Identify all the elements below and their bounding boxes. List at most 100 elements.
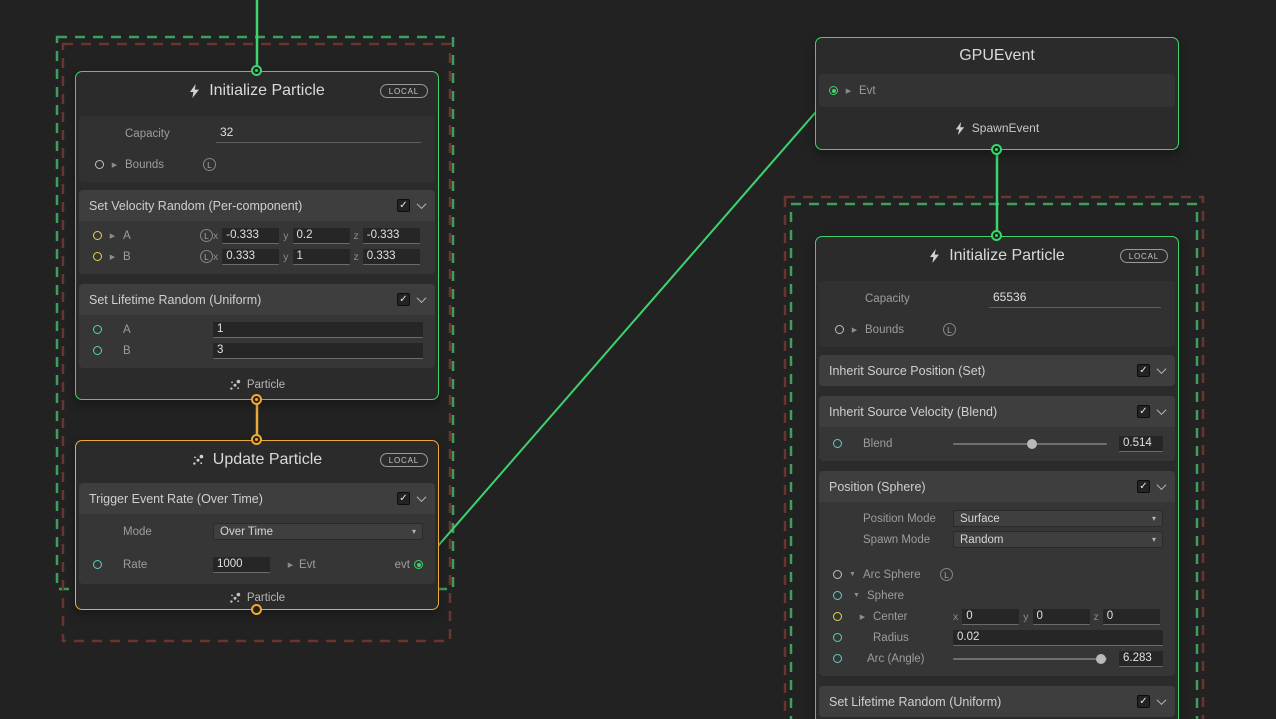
node-gpuevent[interactable]: GPUEvent ▶ Evt SpawnEvent xyxy=(815,37,1179,150)
node-header[interactable]: Initialize Particle LOCAL xyxy=(76,72,438,110)
chevron-down-icon[interactable] xyxy=(1157,364,1167,374)
arc-sphere-label: Arc Sphere xyxy=(863,569,921,581)
axis-y-label: y xyxy=(283,230,288,242)
bounds-port[interactable] xyxy=(95,160,104,169)
block-position-sphere[interactable]: Position (Sphere) ✓ Position Mode Surfac… xyxy=(819,471,1175,676)
block-set-velocity-random[interactable]: Set Velocity Random (Per-component) ✓ ▶ … xyxy=(79,190,435,274)
lifetime-b-port[interactable] xyxy=(93,346,102,355)
arc-sphere-port[interactable] xyxy=(833,570,842,579)
chevron-down-icon[interactable] xyxy=(417,293,427,303)
block-header[interactable]: Inherit Source Velocity (Blend) ✓ xyxy=(819,396,1175,427)
blend-slider-knob[interactable] xyxy=(1027,439,1037,449)
sphere-port[interactable] xyxy=(833,591,842,600)
evt-output-port[interactable] xyxy=(414,560,423,569)
expander-collapsed-icon[interactable]: ▶ xyxy=(850,326,859,334)
update-particle-output-port[interactable] xyxy=(251,604,262,615)
expander-collapsed-icon[interactable]: ▶ xyxy=(844,87,853,95)
node-initialize-particle-left[interactable]: Initialize Particle LOCAL Capacity ▶ Bou… xyxy=(75,71,439,400)
arc-angle-port[interactable] xyxy=(833,654,842,663)
block-header[interactable]: Inherit Source Position (Set) ✓ xyxy=(819,355,1175,386)
velocity-b-port[interactable] xyxy=(93,252,102,261)
node-initialize-particle-right[interactable]: Initialize Particle LOCAL Capacity ▶ Bou… xyxy=(815,236,1179,719)
velocity-a-port[interactable] xyxy=(93,231,102,240)
capacity-input[interactable] xyxy=(216,125,421,143)
update-particle-input-port[interactable] xyxy=(251,434,262,445)
chevron-down-icon[interactable] xyxy=(417,492,427,502)
rate-input[interactable] xyxy=(213,557,270,573)
block-header[interactable]: Position (Sphere) ✓ xyxy=(819,471,1175,502)
velocity-b-z-input[interactable] xyxy=(363,249,420,265)
vfx-graph-canvas[interactable]: Initialize Particle LOCAL Capacity ▶ Bou… xyxy=(0,0,1276,719)
lifetime-b-input[interactable] xyxy=(213,343,423,359)
block-enabled-checkbox[interactable]: ✓ xyxy=(1137,405,1150,418)
block-set-lifetime-random[interactable]: Set Lifetime Random (Uniform) ✓ A xyxy=(79,284,435,368)
block-enabled-checkbox[interactable]: ✓ xyxy=(1137,480,1150,493)
bounds-port[interactable] xyxy=(835,325,844,334)
block-enabled-checkbox[interactable]: ✓ xyxy=(397,293,410,306)
settings-section: Capacity ▶ Bounds L xyxy=(79,116,435,182)
radius-input[interactable] xyxy=(953,630,1163,646)
center-x-input[interactable] xyxy=(962,609,1019,625)
block-inherit-source-velocity[interactable]: Inherit Source Velocity (Blend) ✓ Blend xyxy=(819,396,1175,461)
block-enabled-checkbox[interactable]: ✓ xyxy=(397,199,410,212)
chevron-down-icon[interactable] xyxy=(417,199,427,209)
node-header[interactable]: GPUEvent xyxy=(816,38,1178,74)
block-enabled-checkbox[interactable]: ✓ xyxy=(1137,364,1150,377)
velocity-b-y-input[interactable] xyxy=(293,249,350,265)
node-update-particle[interactable]: Update Particle LOCAL Trigger Event Rate… xyxy=(75,440,439,610)
block-header[interactable]: Set Lifetime Random (Uniform) ✓ xyxy=(79,284,435,315)
expander-collapsed-icon[interactable]: ▶ xyxy=(110,161,119,169)
blend-slider[interactable] xyxy=(953,443,1107,445)
block-header[interactable]: Set Lifetime Random (Uniform) ✓ xyxy=(819,686,1175,717)
local-badge: LOCAL xyxy=(1120,249,1168,263)
arc-angle-slider-knob[interactable] xyxy=(1096,654,1106,664)
capacity-input[interactable] xyxy=(989,290,1161,308)
block-enabled-checkbox[interactable]: ✓ xyxy=(1137,695,1150,708)
expander-collapsed-icon[interactable]: ▶ xyxy=(858,613,867,621)
block-inherit-source-position[interactable]: Inherit Source Position (Set) ✓ xyxy=(819,355,1175,386)
axis-z-label: z xyxy=(1094,611,1099,623)
center-y-input[interactable] xyxy=(1033,609,1090,625)
expander-collapsed-icon[interactable]: ▶ xyxy=(286,561,295,569)
node-header[interactable]: Initialize Particle LOCAL xyxy=(816,237,1178,275)
velocity-b-x-input[interactable] xyxy=(222,249,279,265)
block-enabled-checkbox[interactable]: ✓ xyxy=(397,492,410,505)
block-title: Set Lifetime Random (Uniform) xyxy=(89,293,389,307)
velocity-a-x-input[interactable] xyxy=(222,228,279,244)
initialize-left-particle-output-port[interactable] xyxy=(251,394,262,405)
initialize-left-spawn-input-port[interactable] xyxy=(251,65,262,76)
radius-port[interactable] xyxy=(833,633,842,642)
block-set-lifetime-random[interactable]: Set Lifetime Random (Uniform) ✓ xyxy=(819,686,1175,717)
position-mode-dropdown[interactable]: Surface ▾ xyxy=(953,510,1163,527)
velocity-a-z-input[interactable] xyxy=(363,228,420,244)
block-trigger-event-rate[interactable]: Trigger Event Rate (Over Time) ✓ Mode Ov… xyxy=(79,483,435,584)
spawn-mode-dropdown[interactable]: Random ▾ xyxy=(953,531,1163,548)
lifetime-a-port[interactable] xyxy=(93,325,102,334)
evt-input-port[interactable] xyxy=(829,86,838,95)
expander-collapsed-icon[interactable]: ▶ xyxy=(108,232,117,240)
block-header[interactable]: Set Velocity Random (Per-component) ✓ xyxy=(79,190,435,221)
blend-input[interactable] xyxy=(1119,436,1163,452)
edge-evt-to-gpuevent[interactable] xyxy=(424,90,835,562)
expander-collapsed-icon[interactable]: ▶ xyxy=(108,253,117,261)
center-z-input[interactable] xyxy=(1103,609,1160,625)
blend-port[interactable] xyxy=(833,439,842,448)
expander-expanded-icon[interactable]: ▼ xyxy=(848,571,857,578)
lifetime-a-input[interactable] xyxy=(213,322,423,338)
center-port[interactable] xyxy=(833,612,842,621)
arc-angle-input[interactable] xyxy=(1119,651,1163,667)
chevron-down-icon[interactable] xyxy=(1157,405,1167,415)
expander-expanded-icon[interactable]: ▼ xyxy=(852,592,861,599)
chevron-down-icon[interactable] xyxy=(1157,480,1167,490)
node-header[interactable]: Update Particle LOCAL xyxy=(76,441,438,479)
rate-port[interactable] xyxy=(93,560,102,569)
block-header[interactable]: Trigger Event Rate (Over Time) ✓ xyxy=(79,483,435,514)
gpuevent-spawn-output-port[interactable] xyxy=(991,144,1002,155)
arc-angle-slider[interactable] xyxy=(953,658,1107,660)
chevron-down-icon[interactable] xyxy=(1157,695,1167,705)
initialize-right-spawn-input-port[interactable] xyxy=(991,230,1002,241)
velocity-a-y-input[interactable] xyxy=(293,228,350,244)
mode-dropdown[interactable]: Over Time ▾ xyxy=(213,523,423,540)
node-title: Initialize Particle xyxy=(209,82,325,100)
node-title: Update Particle xyxy=(213,451,322,469)
